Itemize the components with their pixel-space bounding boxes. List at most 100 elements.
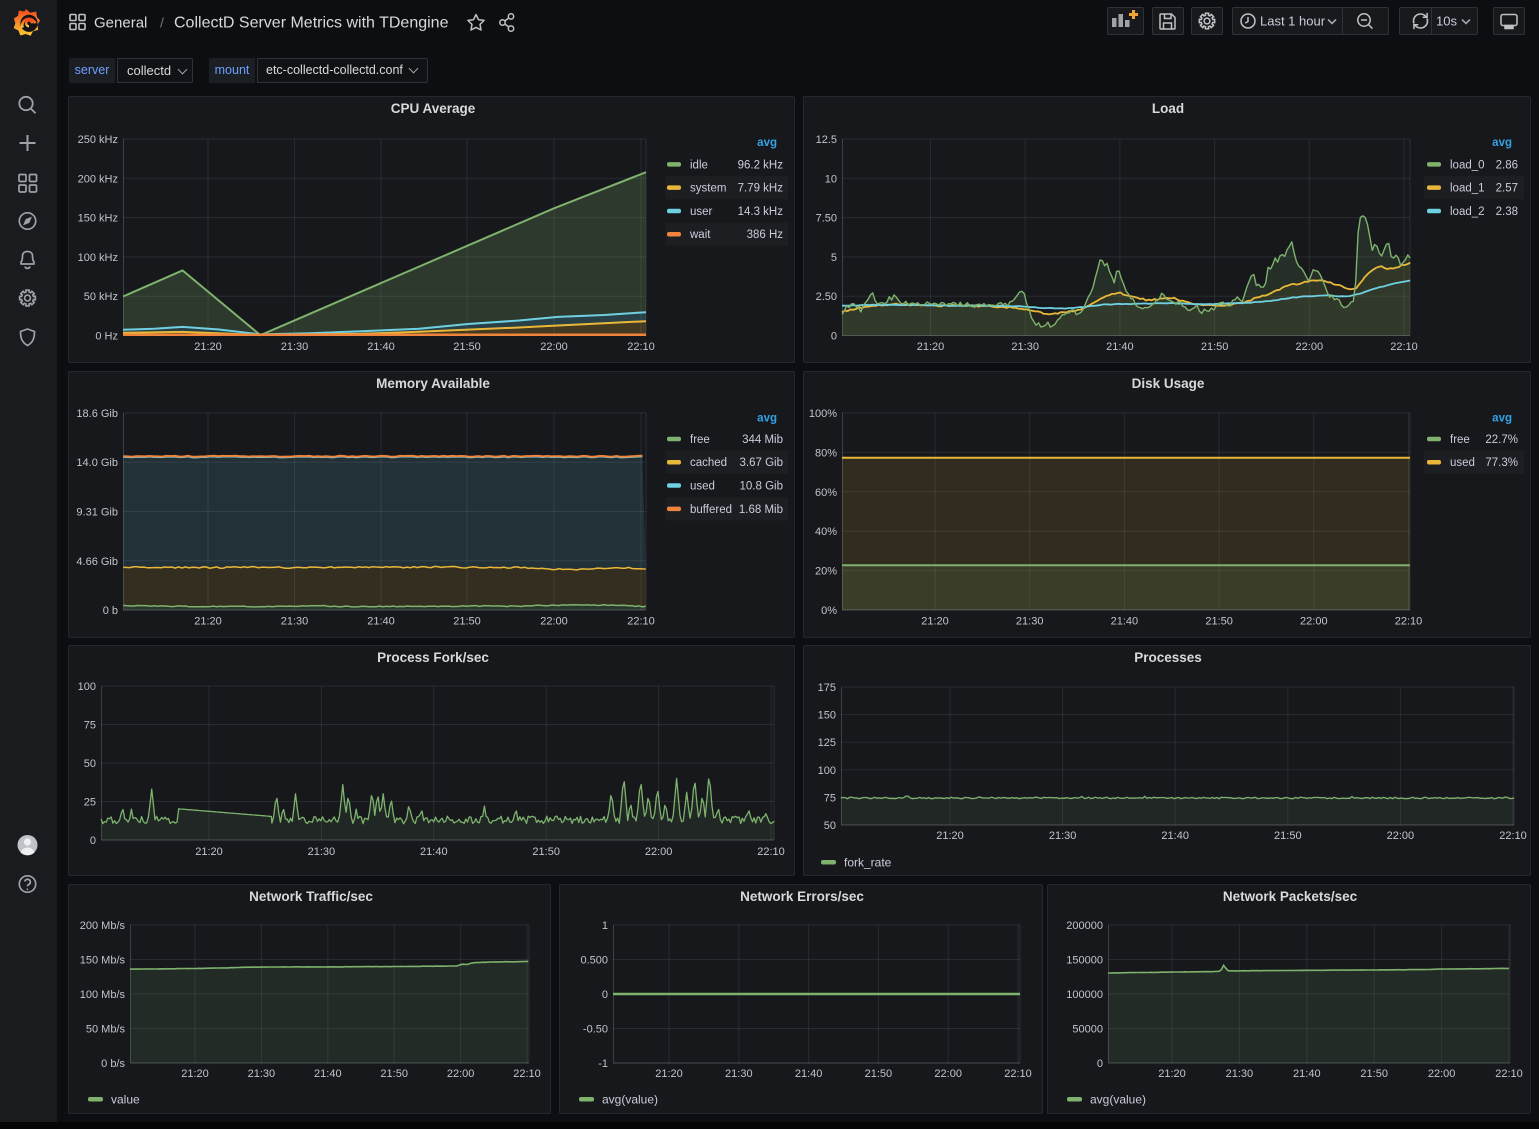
svg-text:22:10: 22:10 bbox=[1499, 830, 1527, 842]
svg-text:100: 100 bbox=[78, 681, 96, 693]
svg-text:avg: avg bbox=[757, 413, 777, 425]
svg-text:0 Hz: 0 Hz bbox=[95, 331, 118, 343]
svg-text:avg(value): avg(value) bbox=[602, 1093, 658, 1107]
svg-text:10s: 10s bbox=[1436, 14, 1457, 29]
svg-text:21:30: 21:30 bbox=[248, 1068, 276, 1080]
svg-text:40%: 40% bbox=[815, 526, 837, 538]
svg-text:21:50: 21:50 bbox=[1205, 616, 1233, 628]
svg-text:22:10: 22:10 bbox=[1395, 616, 1423, 628]
svg-text:CPU Average: CPU Average bbox=[391, 101, 476, 116]
svg-text:21:40: 21:40 bbox=[420, 846, 448, 858]
svg-text:21:20: 21:20 bbox=[194, 341, 222, 353]
svg-text:22:10: 22:10 bbox=[513, 1068, 541, 1080]
svg-text:386 Hz: 386 Hz bbox=[747, 229, 784, 241]
svg-text:Network Errors/sec: Network Errors/sec bbox=[740, 889, 864, 904]
svg-text:21:50: 21:50 bbox=[1274, 830, 1302, 842]
svg-text:150000: 150000 bbox=[1066, 955, 1103, 967]
svg-text:CollectD Server Metrics with T: CollectD Server Metrics with TDengine bbox=[174, 15, 449, 32]
svg-text:21:20: 21:20 bbox=[194, 616, 222, 628]
svg-text:21:40: 21:40 bbox=[795, 1068, 823, 1080]
svg-text:150 Mb/s: 150 Mb/s bbox=[80, 955, 126, 967]
svg-text:user: user bbox=[690, 206, 713, 218]
svg-text:0 b: 0 b bbox=[103, 605, 118, 617]
svg-text:21:50: 21:50 bbox=[1360, 1068, 1388, 1080]
svg-text:avg(value): avg(value) bbox=[1090, 1093, 1146, 1107]
svg-text:system: system bbox=[690, 183, 726, 195]
svg-text:22:00: 22:00 bbox=[934, 1068, 962, 1080]
svg-text:Network Traffic/sec: Network Traffic/sec bbox=[249, 889, 373, 904]
svg-text:Memory Available: Memory Available bbox=[376, 376, 490, 391]
svg-text:21:20: 21:20 bbox=[181, 1068, 209, 1080]
svg-text:cached: cached bbox=[690, 457, 727, 469]
svg-text:Disk Usage: Disk Usage bbox=[1132, 376, 1205, 391]
svg-text:free: free bbox=[1450, 434, 1470, 446]
svg-text:0: 0 bbox=[602, 989, 608, 1001]
svg-text:7.50: 7.50 bbox=[816, 213, 837, 225]
svg-text:value: value bbox=[111, 1093, 140, 1107]
svg-text:10: 10 bbox=[825, 173, 837, 185]
svg-text:344 Mib: 344 Mib bbox=[742, 434, 783, 446]
svg-text:75: 75 bbox=[84, 720, 96, 732]
svg-text:21:40: 21:40 bbox=[367, 616, 395, 628]
svg-text:22:10: 22:10 bbox=[627, 341, 655, 353]
svg-text:0: 0 bbox=[90, 835, 96, 847]
svg-text:21:30: 21:30 bbox=[1226, 1068, 1254, 1080]
svg-text:14.0 Gib: 14.0 Gib bbox=[76, 457, 118, 469]
svg-text:22:00: 22:00 bbox=[1428, 1068, 1456, 1080]
svg-text:21:40: 21:40 bbox=[1111, 616, 1139, 628]
svg-text:20%: 20% bbox=[815, 566, 837, 578]
svg-text:200000: 200000 bbox=[1066, 920, 1103, 932]
svg-text:2.86: 2.86 bbox=[1496, 159, 1518, 171]
svg-text:75: 75 bbox=[824, 792, 836, 804]
svg-text:21:50: 21:50 bbox=[453, 616, 481, 628]
svg-text:150 kHz: 150 kHz bbox=[78, 213, 118, 225]
svg-text:4.66 Gib: 4.66 Gib bbox=[76, 556, 118, 568]
svg-text:96.2 kHz: 96.2 kHz bbox=[738, 159, 784, 171]
svg-text:Process Fork/sec: Process Fork/sec bbox=[377, 650, 489, 665]
svg-text:21:30: 21:30 bbox=[1016, 616, 1044, 628]
svg-text:free: free bbox=[690, 434, 710, 446]
svg-text:0 b/s: 0 b/s bbox=[101, 1058, 125, 1070]
svg-text:wait: wait bbox=[689, 229, 711, 241]
svg-text:21:30: 21:30 bbox=[281, 616, 309, 628]
svg-text:Network Packets/sec: Network Packets/sec bbox=[1223, 889, 1358, 904]
svg-text:21:20: 21:20 bbox=[917, 341, 945, 353]
svg-text:22:10: 22:10 bbox=[1390, 341, 1418, 353]
svg-text:fork_rate: fork_rate bbox=[844, 856, 892, 870]
svg-text:buffered: buffered bbox=[690, 504, 732, 516]
svg-text:100000: 100000 bbox=[1066, 989, 1103, 1001]
svg-text:used: used bbox=[690, 481, 715, 493]
svg-text:22:10: 22:10 bbox=[757, 846, 785, 858]
svg-text:21:30: 21:30 bbox=[281, 341, 309, 353]
svg-text:21:40: 21:40 bbox=[1106, 341, 1134, 353]
svg-text:21:30: 21:30 bbox=[1049, 830, 1077, 842]
svg-text:50: 50 bbox=[824, 820, 836, 832]
svg-text:2.50: 2.50 bbox=[816, 291, 837, 303]
svg-text:-1: -1 bbox=[598, 1058, 608, 1070]
svg-text:22:00: 22:00 bbox=[540, 341, 568, 353]
svg-text:150: 150 bbox=[818, 710, 836, 722]
svg-text:80%: 80% bbox=[815, 447, 837, 459]
svg-text:3.67 Gib: 3.67 Gib bbox=[740, 457, 783, 469]
svg-text:22:10: 22:10 bbox=[1495, 1068, 1523, 1080]
svg-text:Processes: Processes bbox=[1134, 650, 1202, 665]
svg-text:21:40: 21:40 bbox=[367, 341, 395, 353]
svg-text:125: 125 bbox=[818, 737, 836, 749]
svg-text:idle: idle bbox=[690, 159, 708, 171]
svg-text:Load: Load bbox=[1152, 101, 1184, 116]
svg-text:avg: avg bbox=[1492, 413, 1512, 425]
svg-text:5: 5 bbox=[831, 252, 837, 264]
svg-text:14.3 kHz: 14.3 kHz bbox=[738, 206, 784, 218]
svg-text:50000: 50000 bbox=[1072, 1024, 1103, 1036]
svg-text:22:10: 22:10 bbox=[1004, 1068, 1032, 1080]
svg-text:21:20: 21:20 bbox=[195, 846, 223, 858]
svg-text:50 kHz: 50 kHz bbox=[84, 291, 118, 303]
svg-text:0%: 0% bbox=[821, 605, 837, 617]
svg-text:21:50: 21:50 bbox=[532, 846, 560, 858]
svg-text:/: / bbox=[160, 15, 164, 31]
svg-text:22:00: 22:00 bbox=[1296, 341, 1324, 353]
svg-text:77.3%: 77.3% bbox=[1485, 457, 1518, 469]
svg-text:12.5: 12.5 bbox=[816, 134, 837, 146]
svg-text:21:50: 21:50 bbox=[865, 1068, 893, 1080]
svg-text:-0.50: -0.50 bbox=[583, 1024, 608, 1036]
